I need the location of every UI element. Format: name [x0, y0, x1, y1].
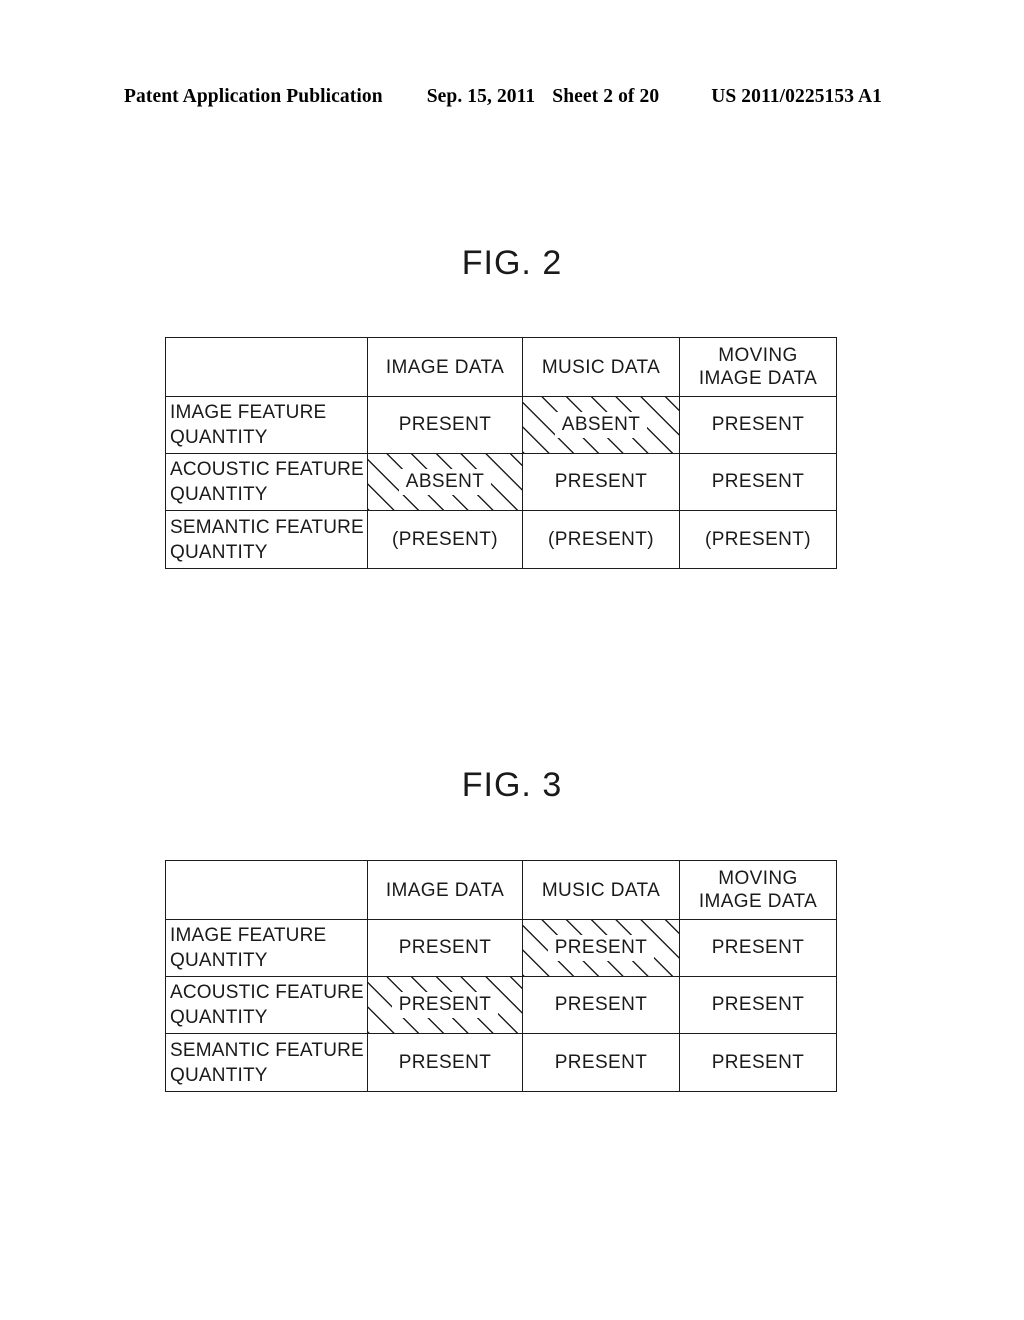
value-cell-music-data: (PRESENT)	[522, 510, 680, 569]
value-cell-image-data: PRESENT	[367, 1033, 523, 1092]
table-row: IMAGE FEATURE QUANTITY PRESENT ABSENT PR…	[165, 396, 837, 454]
header-label-music-data: MUSIC DATA	[541, 356, 661, 378]
value-text: PRESENT	[554, 471, 648, 492]
value-text: (PRESENT)	[548, 528, 654, 550]
header-label-moving-image-data: MOVING IMAGE DATA	[698, 868, 818, 912]
value-text: PRESENT	[398, 937, 492, 958]
value-cell-music-data: PRESENT	[522, 919, 680, 977]
value-cell-moving-image-data: PRESENT	[679, 396, 837, 454]
figure-3-table: IMAGE DATA MUSIC DATA MOVING IMAGE DATA …	[165, 860, 837, 1092]
value-text: PRESENT	[711, 937, 805, 958]
row-label-cell: ACOUSTIC FEATURE QUANTITY	[165, 976, 368, 1034]
value-cell-image-data: PRESENT	[367, 396, 523, 454]
value-text: PRESENT	[711, 471, 805, 492]
table-header-row: IMAGE DATA MUSIC DATA MOVING IMAGE DATA	[165, 860, 837, 920]
value-cell-image-data: PRESENT	[367, 919, 523, 977]
value-cell-moving-image-data: (PRESENT)	[679, 510, 837, 569]
value-cell-image-data: PRESENT	[367, 976, 523, 1034]
header-cell-blank	[165, 860, 368, 920]
value-cell-music-data: PRESENT	[522, 1033, 680, 1092]
value-cell-music-data: PRESENT	[522, 453, 680, 511]
value-text: PRESENT	[547, 935, 655, 961]
value-cell-music-data: ABSENT	[522, 396, 680, 454]
table-row: ACOUSTIC FEATURE QUANTITY ABSENT PRESENT…	[165, 453, 837, 511]
header-document-number: US 2011/0225153 A1	[711, 86, 883, 107]
value-cell-moving-image-data: PRESENT	[679, 976, 837, 1034]
table-row: SEMANTIC FEATURE QUANTITY PRESENT PRESEN…	[165, 1033, 837, 1092]
value-text: PRESENT	[711, 994, 805, 1015]
header-cell-moving-image-data: MOVING IMAGE DATA	[679, 860, 837, 920]
table-row: IMAGE FEATURE QUANTITY PRESENT PRESENT P…	[165, 919, 837, 977]
row-label-image-feature-quantity: IMAGE FEATURE QUANTITY	[170, 402, 327, 448]
value-text: PRESENT	[554, 994, 648, 1015]
figure-3-title: FIG. 3	[461, 766, 563, 804]
value-cell-image-data: ABSENT	[367, 453, 523, 511]
row-label-cell: SEMANTIC FEATURE QUANTITY	[165, 1033, 368, 1092]
header-sheet-number: Sheet 2 of 20	[552, 86, 660, 107]
header-cell-image-data: IMAGE DATA	[367, 337, 523, 397]
header-publication-title: Patent Application Publication	[124, 86, 383, 107]
row-label-acoustic-feature-quantity: ACOUSTIC FEATURE QUANTITY	[170, 982, 364, 1028]
header-date: Sep. 15, 2011	[426, 86, 536, 107]
row-label-cell: IMAGE FEATURE QUANTITY	[165, 396, 368, 454]
value-text: ABSENT	[554, 412, 648, 438]
header-label-image-data: IMAGE DATA	[385, 356, 505, 378]
value-text: (PRESENT)	[705, 528, 811, 550]
value-text: PRESENT	[711, 414, 805, 435]
value-text: PRESENT	[398, 1051, 492, 1073]
row-label-semantic-feature-quantity: SEMANTIC FEATURE QUANTITY	[170, 516, 364, 563]
table-row: SEMANTIC FEATURE QUANTITY (PRESENT) (PRE…	[165, 510, 837, 569]
header-cell-music-data: MUSIC DATA	[522, 860, 680, 920]
header-cell-moving-image-data: MOVING IMAGE DATA	[679, 337, 837, 397]
row-label-image-feature-quantity: IMAGE FEATURE QUANTITY	[170, 925, 327, 971]
value-cell-moving-image-data: PRESENT	[679, 919, 837, 977]
value-text: PRESENT	[711, 1051, 805, 1073]
row-label-cell: IMAGE FEATURE QUANTITY	[165, 919, 368, 977]
value-cell-image-data: (PRESENT)	[367, 510, 523, 569]
figure-2-table: IMAGE DATA MUSIC DATA MOVING IMAGE DATA …	[165, 337, 837, 569]
table-row: ACOUSTIC FEATURE QUANTITY PRESENT PRESEN…	[165, 976, 837, 1034]
row-label-acoustic-feature-quantity: ACOUSTIC FEATURE QUANTITY	[170, 459, 364, 505]
figure-2-title: FIG. 2	[461, 244, 563, 282]
value-text: PRESENT	[398, 414, 492, 435]
header-cell-music-data: MUSIC DATA	[522, 337, 680, 397]
header-cell-blank	[165, 337, 368, 397]
page-header: Patent Application Publication Sep. 15, …	[124, 86, 900, 108]
header-label-image-data: IMAGE DATA	[385, 879, 505, 901]
header-cell-image-data: IMAGE DATA	[367, 860, 523, 920]
value-text: (PRESENT)	[392, 528, 498, 550]
figure-3: FIG. 3	[0, 766, 1024, 805]
figure-2: FIG. 2	[0, 244, 1024, 283]
value-text: ABSENT	[398, 469, 492, 495]
header-label-music-data: MUSIC DATA	[541, 879, 661, 901]
value-text: PRESENT	[391, 992, 499, 1018]
value-cell-moving-image-data: PRESENT	[679, 453, 837, 511]
header-label-moving-image-data: MOVING IMAGE DATA	[698, 345, 818, 389]
value-text: PRESENT	[554, 1051, 648, 1073]
row-label-semantic-feature-quantity: SEMANTIC FEATURE QUANTITY	[170, 1039, 364, 1086]
value-cell-moving-image-data: PRESENT	[679, 1033, 837, 1092]
row-label-cell: ACOUSTIC FEATURE QUANTITY	[165, 453, 368, 511]
table-header-row: IMAGE DATA MUSIC DATA MOVING IMAGE DATA	[165, 337, 837, 397]
row-label-cell: SEMANTIC FEATURE QUANTITY	[165, 510, 368, 569]
value-cell-music-data: PRESENT	[522, 976, 680, 1034]
